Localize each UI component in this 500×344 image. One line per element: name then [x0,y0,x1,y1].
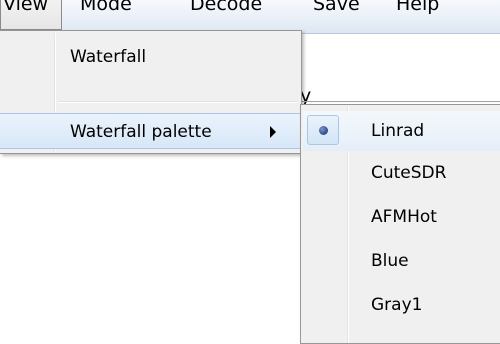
palette-item-afmhot-label: AFMHot [371,207,437,227]
view-menu-dropdown: Waterfall Waterfall palette [0,30,302,154]
palette-item-linrad-label: Linrad [371,121,425,141]
palette-item-gray1-label: Gray1 [371,295,423,315]
menu-decode[interactable]: Decode [190,0,262,30]
palette-item-blue[interactable]: Blue [303,241,500,281]
menu-decode-label: Decode [190,0,263,15]
radio-dot-icon [319,126,328,135]
selection-indicator [307,115,339,145]
menu-help-label: Help [396,0,440,15]
menu-bar: View Mode Decode Save Help [0,0,500,34]
palette-item-linrad[interactable]: Linrad [303,111,500,151]
chevron-right-icon [270,126,276,138]
menu-view-label: View [3,0,49,15]
palette-item-cutesdr[interactable]: CuteSDR [303,153,500,193]
menu-separator [58,101,297,103]
palette-item-cutesdr-label: CuteSDR [371,163,447,183]
palette-item-afmhot[interactable]: AFMHot [303,197,500,237]
menu-mode[interactable]: Mode [80,0,132,30]
palette-submenu: Linrad CuteSDR AFMHot Blue Gray1 [300,104,500,344]
menu-item-waterfall[interactable]: Waterfall [0,39,301,75]
menu-item-waterfall-label: Waterfall [70,47,147,67]
menu-view[interactable]: View [0,0,62,30]
menu-help[interactable]: Help [396,0,439,30]
menu-save[interactable]: Save [313,0,360,30]
menu-save-label: Save [313,0,360,15]
palette-item-blue-label: Blue [371,251,409,271]
menu-mode-label: Mode [80,0,132,15]
background-divider [296,101,500,102]
menu-item-waterfall-palette-label: Waterfall palette [70,122,212,142]
palette-item-gray1[interactable]: Gray1 [303,285,500,325]
menu-item-waterfall-palette[interactable]: Waterfall palette [0,113,301,149]
